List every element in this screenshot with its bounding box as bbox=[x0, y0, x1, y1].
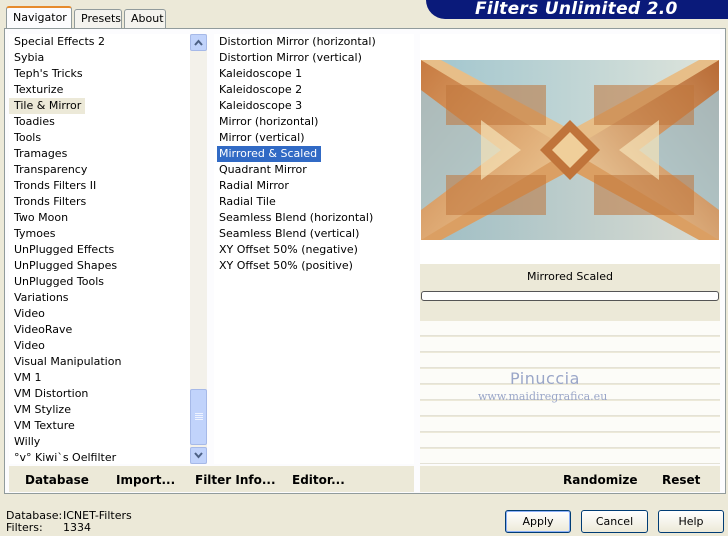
filter-item[interactable]: XY Offset 50% (negative) bbox=[214, 242, 414, 258]
reset-button[interactable]: Reset bbox=[662, 473, 700, 487]
filter-item[interactable]: Seamless Blend (horizontal) bbox=[214, 210, 414, 226]
category-item[interactable]: Two Moon bbox=[9, 210, 206, 226]
category-item[interactable]: Tramages bbox=[9, 146, 206, 162]
filter-item[interactable]: Distortion Mirror (vertical) bbox=[214, 50, 414, 66]
parameters-area: Mirrored Scaled bbox=[420, 264, 720, 480]
list-toolbar: Database Import... Filter Info... Editor… bbox=[9, 466, 414, 492]
filter-item[interactable]: Mirror (vertical) bbox=[214, 130, 414, 146]
chevron-up-icon bbox=[194, 39, 203, 46]
filter-item[interactable]: Kaleidoscope 2 bbox=[214, 82, 414, 98]
cancel-button[interactable]: Cancel bbox=[581, 510, 648, 533]
filter-item[interactable]: XY Offset 50% (positive) bbox=[214, 258, 414, 274]
filter-item[interactable]: Radial Mirror bbox=[214, 178, 414, 194]
category-item[interactable]: Tronds Filters bbox=[9, 194, 206, 210]
editor-button[interactable]: Editor... bbox=[292, 473, 345, 487]
filters-count-value: 1334 bbox=[63, 521, 91, 534]
watermark-name: Pinuccia bbox=[510, 369, 580, 388]
filter-info-button[interactable]: Filter Info... bbox=[195, 473, 276, 487]
tab-presets[interactable]: Presets bbox=[74, 9, 122, 28]
help-button[interactable]: Help bbox=[658, 510, 724, 533]
scroll-thumb[interactable] bbox=[190, 389, 207, 445]
category-item[interactable]: °v° Kiwi`s Oelfilter bbox=[9, 450, 206, 464]
category-item[interactable]: UnPlugged Shapes bbox=[9, 258, 206, 274]
database-button[interactable]: Database bbox=[25, 473, 89, 487]
category-item[interactable]: VideoRave bbox=[9, 322, 206, 338]
tab-about[interactable]: About bbox=[124, 9, 166, 28]
scroll-down-button[interactable] bbox=[190, 447, 207, 464]
preview-image bbox=[421, 60, 719, 240]
randomize-button[interactable]: Randomize bbox=[563, 473, 637, 487]
category-item[interactable]: VM 1 bbox=[9, 370, 206, 386]
category-item[interactable]: Variations bbox=[9, 290, 206, 306]
filter-list[interactable]: Distortion Mirror (horizontal) Distortion… bbox=[214, 34, 414, 464]
filter-item[interactable]: Quadrant Mirror bbox=[214, 162, 414, 178]
selected-filter-name: Mirrored Scaled bbox=[527, 270, 613, 283]
watermark-url: www.maidiregrafica.eu bbox=[478, 390, 608, 403]
category-item[interactable]: Video bbox=[9, 338, 206, 354]
category-item[interactable]: Tymoes bbox=[9, 226, 206, 242]
filter-item[interactable]: Kaleidoscope 1 bbox=[214, 66, 414, 82]
tab-bar: Navigator Presets About bbox=[4, 6, 728, 28]
filter-item[interactable]: Kaleidoscope 3 bbox=[214, 98, 414, 114]
scroll-up-button[interactable] bbox=[190, 34, 207, 51]
category-item[interactable]: UnPlugged Tools bbox=[9, 274, 206, 290]
category-item[interactable]: Video bbox=[9, 306, 206, 322]
chevron-down-icon bbox=[194, 452, 203, 459]
category-scrollbar[interactable] bbox=[190, 34, 207, 464]
category-item[interactable]: Texturize bbox=[9, 82, 206, 98]
preview-toolbar: Randomize Reset bbox=[420, 466, 720, 492]
filter-item[interactable]: Mirror (horizontal) bbox=[214, 114, 414, 130]
category-item[interactable]: Teph's Tricks bbox=[9, 66, 206, 82]
parameter-slider[interactable] bbox=[421, 291, 719, 301]
category-item[interactable]: Visual Manipulation bbox=[9, 354, 206, 370]
preview-pane bbox=[420, 34, 720, 264]
category-item[interactable]: Special Effects 2 bbox=[9, 34, 206, 50]
tab-navigator[interactable]: Navigator bbox=[6, 6, 72, 28]
category-item[interactable]: VM Distortion bbox=[9, 386, 206, 402]
filter-item[interactable]: Radial Tile bbox=[214, 194, 414, 210]
category-item[interactable]: Willy bbox=[9, 434, 206, 450]
filter-item[interactable]: Mirrored & Scaled bbox=[217, 146, 322, 162]
category-item[interactable]: UnPlugged Effects bbox=[9, 242, 206, 258]
filter-item[interactable]: Seamless Blend (vertical) bbox=[214, 226, 414, 242]
category-item[interactable]: Toadies bbox=[9, 114, 206, 130]
filters-count-label: Filters: bbox=[6, 521, 43, 534]
category-item[interactable]: Tile & Mirror bbox=[9, 98, 86, 114]
category-item[interactable]: Tronds Filters II bbox=[9, 178, 206, 194]
category-item[interactable]: VM Texture bbox=[9, 418, 206, 434]
import-button[interactable]: Import... bbox=[116, 473, 175, 487]
category-list[interactable]: Special Effects 2 Sybia Teph's Tricks Textu… bbox=[9, 34, 206, 464]
database-info: Database:ICNET-Filters Filters: 1334 bbox=[6, 510, 132, 534]
apply-button[interactable]: Apply bbox=[505, 510, 571, 533]
filter-item[interactable]: Distortion Mirror (horizontal) bbox=[214, 34, 414, 50]
category-item[interactable]: Tools bbox=[9, 130, 206, 146]
category-item[interactable]: VM Stylize bbox=[9, 402, 206, 418]
category-item[interactable]: Transparency bbox=[9, 162, 206, 178]
category-item[interactable]: Sybia bbox=[9, 50, 206, 66]
